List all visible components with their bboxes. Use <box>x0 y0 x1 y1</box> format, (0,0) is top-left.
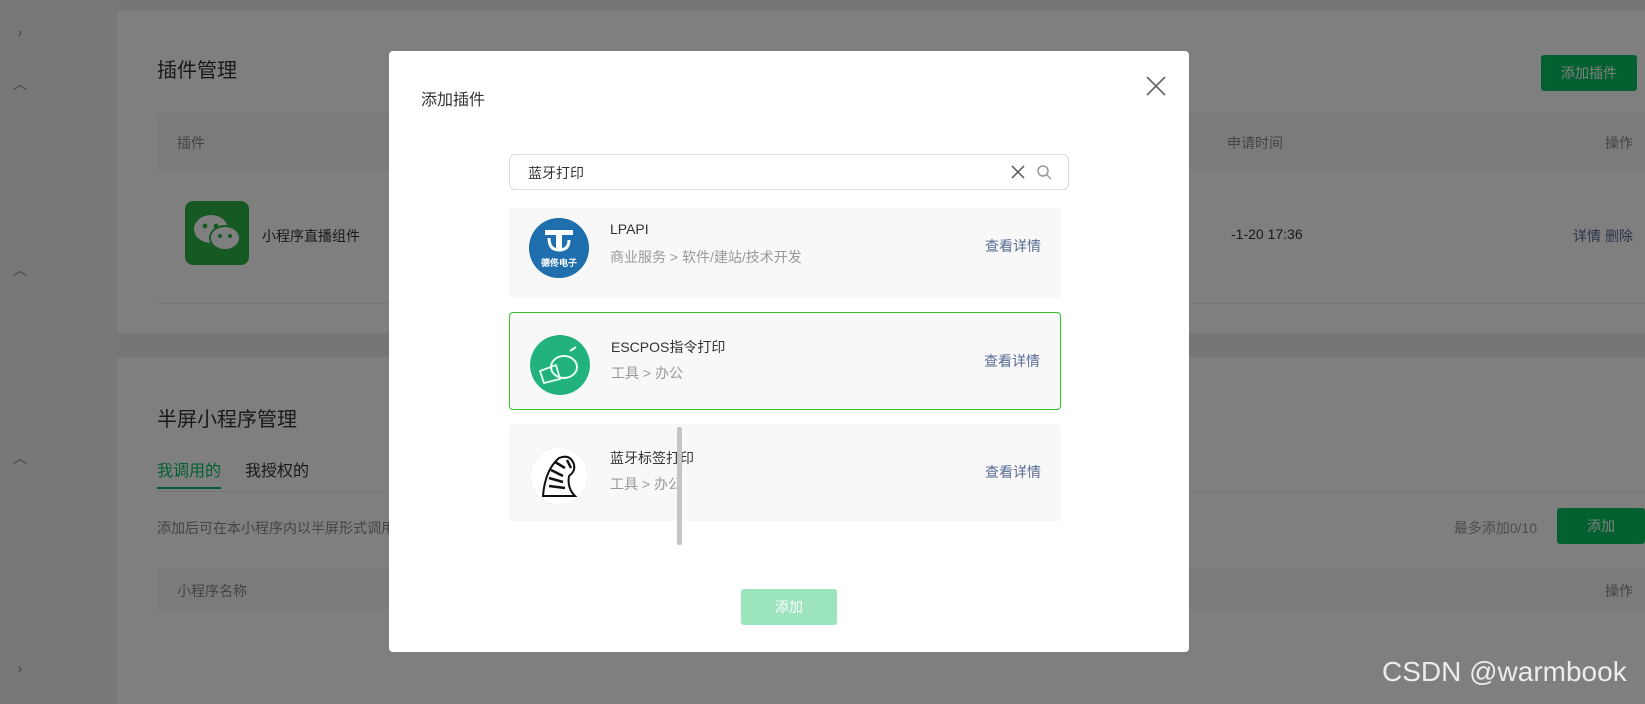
result-category: 工具 > 办公 <box>610 476 682 492</box>
lpapi-logo-text: 德佟电子 <box>540 258 577 268</box>
modal-add-button[interactable]: 添加 <box>741 589 837 625</box>
list-item[interactable]: ESCPOS指令打印 工具 > 办公 查看详情 <box>509 312 1061 410</box>
result-category: 工具 > 办公 <box>611 365 683 381</box>
lpapi-logo-icon: 德佟电子 <box>529 218 589 278</box>
add-plugin-modal: 添加插件 德佟电子 LPAPI 商业服务 > 软件/建站/技术开发 <box>389 51 1189 652</box>
search-icon[interactable] <box>1036 164 1052 180</box>
plugin-result-list[interactable]: 德佟电子 LPAPI 商业服务 > 软件/建站/技术开发 查看详情 ESCPOS… <box>509 208 1071 546</box>
view-detail-link[interactable]: 查看详情 <box>985 236 1041 256</box>
result-list-scrollbar[interactable] <box>677 427 682 545</box>
result-name: LPAPI <box>610 221 649 237</box>
result-category: 商业服务 > 软件/建站/技术开发 <box>610 249 802 265</box>
modal-title: 添加插件 <box>421 92 486 109</box>
clear-icon[interactable] <box>1010 164 1026 180</box>
list-item[interactable]: 蓝牙标签打印 工具 > 办公 查看详情 <box>509 424 1061 521</box>
close-icon[interactable] <box>1145 75 1167 97</box>
escpos-logo-icon <box>530 335 590 395</box>
search-box <box>509 154 1069 191</box>
watermark: CSDN @warmbook <box>1382 656 1627 687</box>
zebra-logo-icon <box>529 446 589 506</box>
view-detail-link[interactable]: 查看详情 <box>985 462 1041 482</box>
search-input[interactable] <box>526 155 1000 191</box>
list-item[interactable]: 德佟电子 LPAPI 商业服务 > 软件/建站/技术开发 查看详情 <box>509 208 1061 298</box>
view-detail-link[interactable]: 查看详情 <box>984 351 1040 371</box>
result-name: ESCPOS指令打印 <box>611 339 726 355</box>
